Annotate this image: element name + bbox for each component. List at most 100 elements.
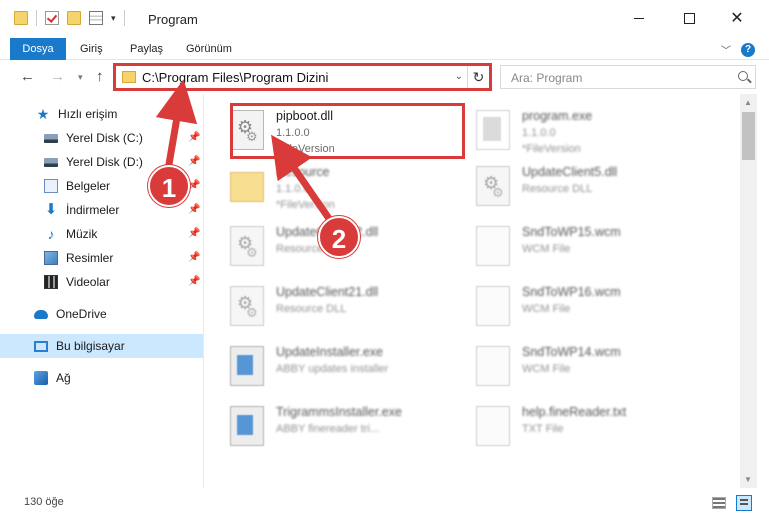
maximize-button[interactable] — [679, 8, 699, 28]
tab-view[interactable]: Görünüm — [178, 38, 240, 60]
pin-icon[interactable]: 📌 — [188, 252, 200, 263]
file-item-trigrammsinstaller[interactable]: TrigrammsInstaller.exe ABBY finereader t… — [230, 400, 470, 454]
sidebar-item-network[interactable]: Ağ — [0, 366, 203, 390]
tab-share[interactable]: Paylaş — [122, 38, 171, 60]
folder-icon[interactable] — [14, 11, 28, 25]
sidebar-item-label: Yerel Disk (C:) — [66, 131, 143, 145]
search-placeholder[interactable]: Ara: Program — [511, 71, 582, 85]
star-icon: ★ — [36, 106, 50, 122]
file-name: program.exe — [522, 109, 593, 123]
properties-check-icon[interactable] — [45, 11, 59, 25]
cloud-icon — [34, 309, 48, 319]
file-version: 1.1.0.0 — [276, 183, 310, 195]
new-folder-icon[interactable] — [67, 11, 81, 25]
sidebar-item-music[interactable]: ♪ Müzik 📌 — [0, 222, 203, 246]
downloads-icon: ⬇ — [44, 201, 58, 218]
sidebar-item-label: Belgeler — [66, 179, 111, 193]
installer-exe-icon — [230, 346, 264, 386]
details-view-icon[interactable] — [712, 497, 726, 509]
file-name: SndToWP15.wcm — [522, 225, 621, 239]
customize-toolbar-chevron-icon[interactable]: ▾ — [111, 13, 116, 24]
file-type: ABBY finereader tri... — [276, 423, 380, 435]
sidebar-item-label: Yerel Disk (D:) — [66, 155, 143, 169]
pin-icon[interactable]: 📌 — [188, 132, 200, 143]
quick-access-toolbar: ▾ — [14, 10, 125, 26]
file-name: SndToWP16.wcm — [522, 285, 621, 299]
tiles-view-icon[interactable] — [736, 495, 752, 511]
sidebar-item-onedrive[interactable]: OneDrive — [0, 302, 203, 326]
file-item-program-exe[interactable]: program.exe 1.1.0.0 *FileVersion — [476, 104, 716, 158]
file-item-sndtowp16[interactable]: SndToWP16.wcm WCM File — [476, 280, 716, 334]
status-bar: 130 öğe — [0, 488, 769, 532]
videos-icon — [44, 275, 58, 289]
recent-locations-chevron-icon[interactable]: ▾ — [78, 72, 83, 83]
file-item-updateclient5[interactable]: UpdateClient5.dll Resource DLL — [476, 160, 716, 214]
file-type: WCM File — [522, 243, 571, 255]
scroll-up-icon[interactable]: ▲ — [744, 98, 752, 107]
scroll-down-icon[interactable]: ▼ — [744, 475, 752, 484]
dll-gear-icon — [230, 286, 264, 326]
file-item-sndtowp15[interactable]: SndToWP15.wcm WCM File — [476, 220, 716, 274]
item-count: 130 öğe — [24, 496, 64, 508]
step-badge-1: 1 — [148, 165, 190, 207]
installer-exe-icon — [230, 406, 264, 446]
close-button[interactable]: ✕ — [727, 8, 747, 28]
title-bar: ▾ Program ✕ — [0, 0, 769, 38]
file-item-resource[interactable]: Resource 1.1.0.0 *FileVersion — [230, 160, 470, 214]
toolbar-divider — [123, 10, 125, 26]
vertical-scrollbar[interactable]: ▲ ▼ — [740, 94, 757, 488]
sidebar-item-this-pc[interactable]: Bu bilgisayar — [0, 334, 203, 358]
computer-icon — [34, 340, 48, 352]
sidebar-item-label: Videolar — [66, 275, 110, 289]
blank-document-icon — [476, 406, 510, 446]
tab-home[interactable]: Giriş — [72, 38, 111, 60]
blank-document-icon — [476, 346, 510, 386]
blank-document-icon — [476, 286, 510, 326]
file-version: 1.1.0.0 — [522, 127, 556, 139]
ribbon-tabs: Dosya Giriş Paylaş Görünüm ﹀ ? — [0, 38, 769, 60]
sidebar-item-local-disk-c[interactable]: Yerel Disk (C:) 📌 — [0, 126, 203, 150]
sidebar-item-label: Hızlı erişim — [58, 107, 118, 121]
blank-document-icon — [476, 226, 510, 266]
file-name: SndToWP14.wcm — [522, 345, 621, 359]
program-exe-icon — [476, 110, 510, 150]
file-highlight-frame — [230, 103, 465, 159]
file-type: WCM File — [522, 363, 571, 375]
forward-button[interactable]: → — [50, 68, 65, 85]
file-type: TXT File — [522, 423, 564, 435]
file-item-updateinstaller[interactable]: UpdateInstaller.exe ABBY updates install… — [230, 340, 470, 394]
drive-icon — [44, 133, 58, 143]
pin-icon[interactable]: 📌 — [188, 156, 200, 167]
file-name: TrigrammsInstaller.exe — [276, 405, 402, 419]
network-icon — [34, 371, 48, 385]
file-item-updateclient21[interactable]: UpdateClient21.dll Resource DLL — [230, 280, 470, 334]
file-name: UpdateClient5.dll — [522, 165, 618, 179]
file-version-label: *FileVersion — [276, 199, 335, 211]
dll-gear-icon — [230, 226, 264, 266]
scroll-thumb[interactable] — [742, 112, 755, 160]
properties-icon[interactable] — [89, 11, 103, 25]
file-type: ABBY updates installer — [276, 363, 389, 375]
sidebar-item-pictures[interactable]: Resimler 📌 — [0, 246, 203, 270]
sidebar-item-label: Resimler — [66, 251, 114, 265]
search-icon — [738, 71, 748, 81]
back-button[interactable]: ← — [20, 68, 35, 85]
pin-icon[interactable]: 📌 — [188, 276, 200, 287]
drive-icon — [44, 157, 58, 167]
pin-icon[interactable]: 📌 — [188, 204, 200, 215]
sidebar-item-videos[interactable]: Videolar 📌 — [0, 270, 203, 294]
sidebar-item-label: Bu bilgisayar — [56, 339, 125, 353]
file-name: UpdateClient21.dll — [276, 285, 379, 299]
sidebar-item-quick-access[interactable]: ★ Hızlı erişim — [0, 102, 203, 126]
minimize-button[interactable] — [629, 8, 649, 28]
file-item-sndtowp14[interactable]: SndToWP14.wcm WCM File — [476, 340, 716, 394]
pin-icon[interactable]: 📌 — [188, 228, 200, 239]
pictures-icon — [44, 251, 58, 265]
up-button[interactable]: ↑ — [96, 68, 104, 85]
file-item-help-txt[interactable]: help.fineReader.txt TXT File — [476, 400, 716, 454]
expand-ribbon-chevron-icon[interactable]: ﹀ — [721, 42, 731, 57]
help-icon[interactable]: ? — [741, 42, 755, 57]
search-box[interactable]: Ara: Program — [500, 65, 756, 89]
tab-file[interactable]: Dosya — [10, 38, 66, 60]
toolbar-divider — [36, 10, 37, 26]
